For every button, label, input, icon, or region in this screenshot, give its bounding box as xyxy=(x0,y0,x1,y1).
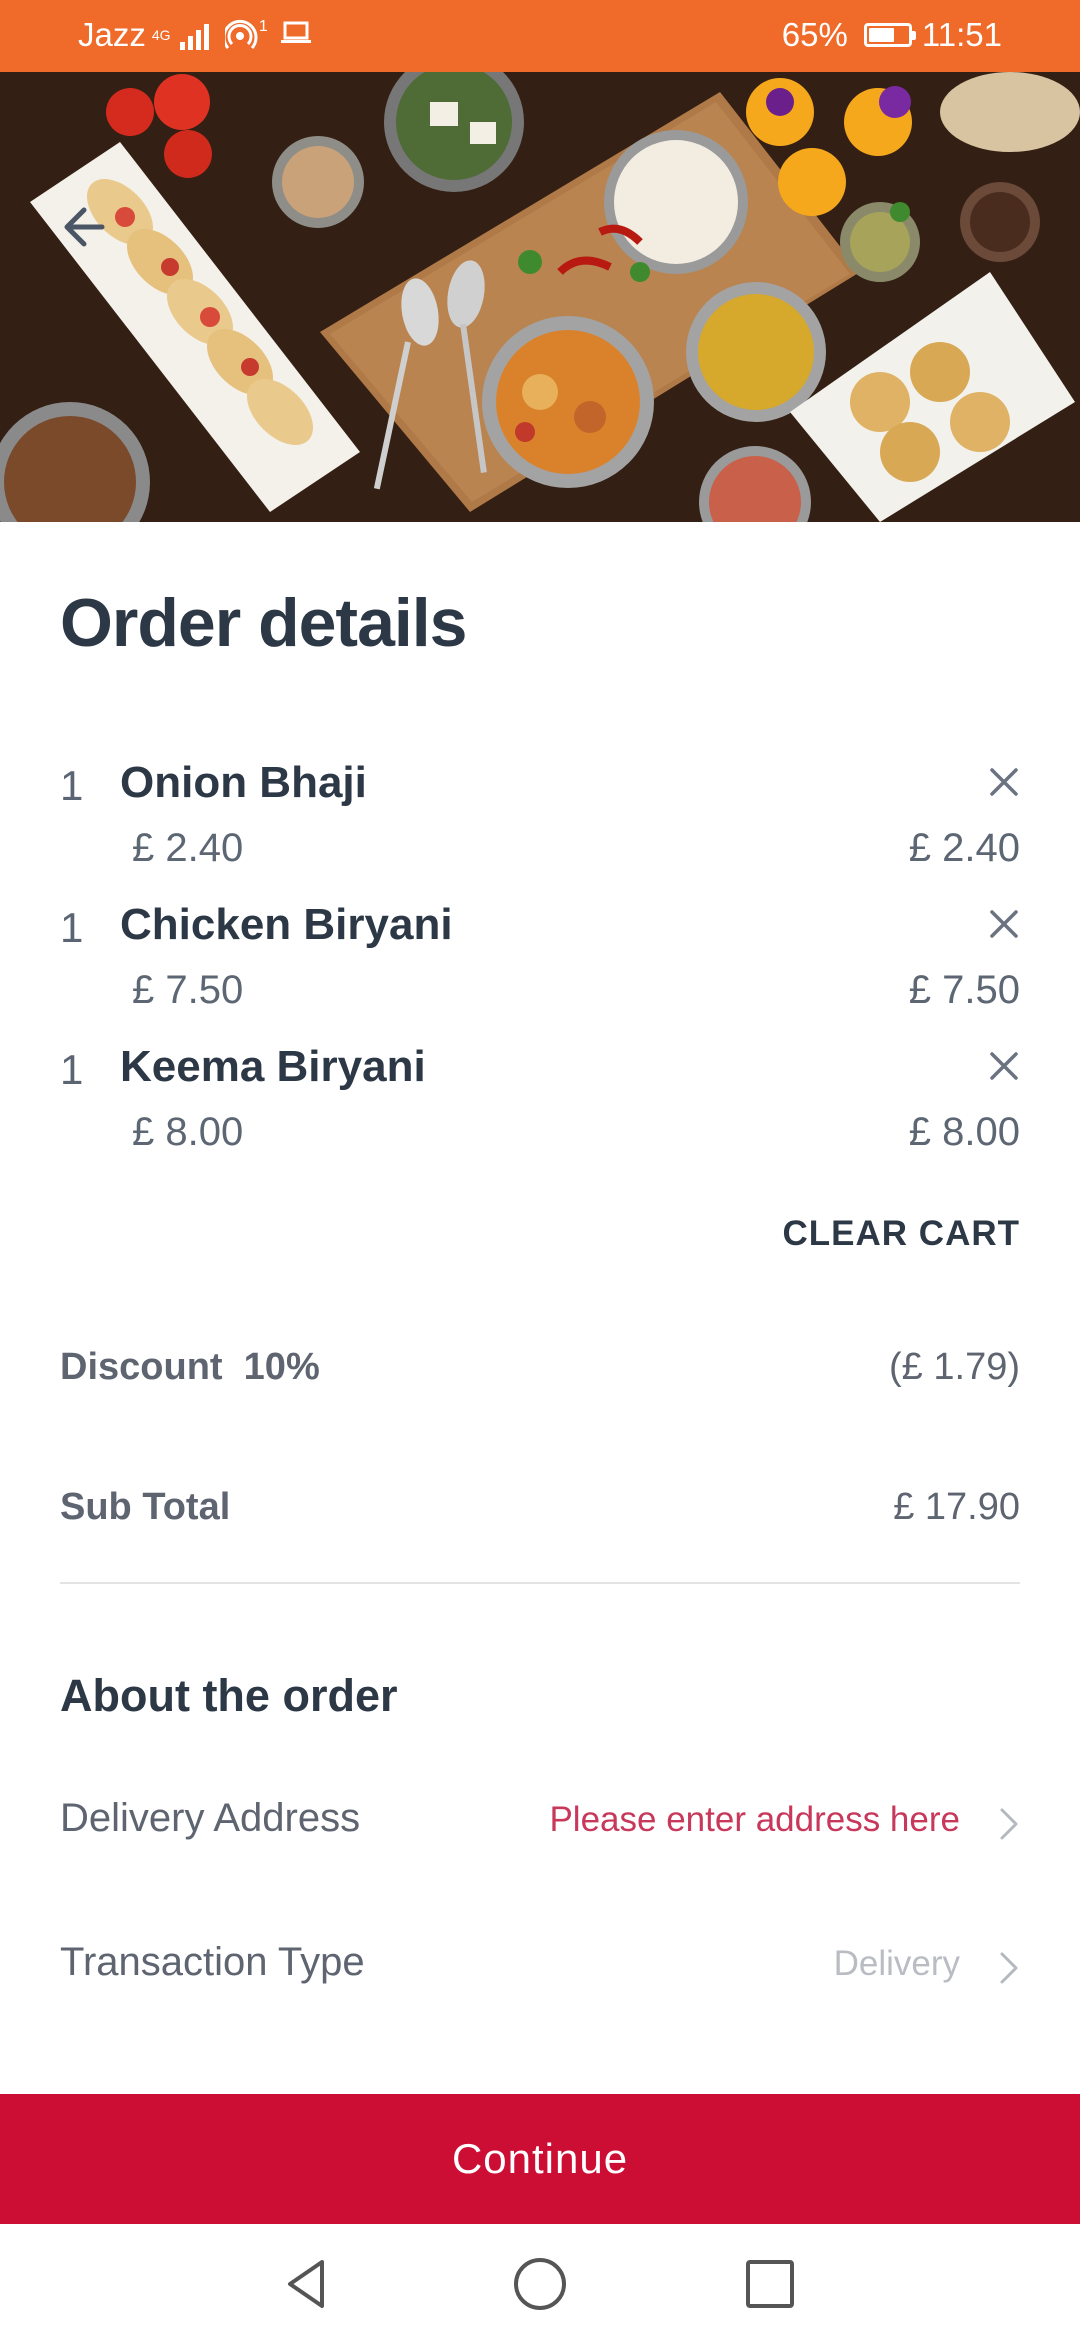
item-quantity: 1 xyxy=(60,762,84,809)
item-name: Keema Biryani xyxy=(120,1042,426,1091)
item-unit-price: £ 2.40 xyxy=(132,826,244,870)
chevron-right-icon xyxy=(988,1946,1028,1990)
hero-illustration xyxy=(0,72,1080,522)
subtotal-value: £ 17.90 xyxy=(893,1486,1020,1528)
status-left: Jazz 4G 1 xyxy=(78,16,312,54)
system-nav-bar xyxy=(0,2224,1080,2340)
close-icon xyxy=(990,1052,1018,1080)
triangle-back-icon xyxy=(288,2260,324,2308)
chevron-right-icon xyxy=(988,1802,1028,1846)
clear-cart-button[interactable]: CLEAR CART xyxy=(783,1214,1020,1254)
laptop-icon xyxy=(280,16,312,54)
battery-percent: 65% xyxy=(781,16,848,53)
order-item: 1 Onion Bhaji £ 2.40 £ 2.40 xyxy=(0,758,1080,902)
nav-back-button[interactable] xyxy=(278,2254,338,2314)
order-item: 1 Keema Biryani £ 8.00 £ 8.00 xyxy=(0,1042,1080,1186)
delivery-address-row[interactable]: Delivery Address Please enter address he… xyxy=(60,1796,1028,1852)
transaction-type-label: Transaction Type xyxy=(60,1940,365,1984)
subtotal-label: Sub Total xyxy=(60,1486,231,1528)
battery-fill xyxy=(868,28,894,42)
hotspot-count: 1 xyxy=(258,18,268,35)
square-recents-icon xyxy=(746,2260,794,2308)
back-button[interactable] xyxy=(52,192,122,262)
food-spread-photo xyxy=(0,72,1080,522)
item-quantity: 1 xyxy=(60,904,84,951)
about-order-heading: About the order xyxy=(60,1670,398,1721)
item-unit-price: £ 7.50 xyxy=(132,968,244,1012)
remove-item-button[interactable] xyxy=(986,1048,1022,1084)
item-name: Onion Bhaji xyxy=(120,758,367,807)
order-item: 1 Chicken Biryani £ 7.50 £ 7.50 xyxy=(0,900,1080,1044)
battery-icon xyxy=(863,23,916,47)
item-quantity: 1 xyxy=(60,1046,84,1093)
subtotal-row: Sub Total £ 17.90 xyxy=(60,1486,1020,1536)
discount-label: Discount 10% xyxy=(60,1346,320,1388)
transaction-type-value: Delivery xyxy=(833,1944,960,1983)
continue-button[interactable]: Continue xyxy=(0,2094,1080,2224)
item-total-price: £ 8.00 xyxy=(908,1110,1020,1154)
network-type: 4G xyxy=(151,27,171,43)
discount-row: Discount 10% (£ 1.79) xyxy=(60,1346,1020,1396)
arrow-left-icon xyxy=(64,207,105,247)
discount-value: (£ 1.79) xyxy=(889,1346,1020,1388)
remove-item-button[interactable] xyxy=(986,906,1022,942)
delivery-address-value: Please enter address here xyxy=(549,1800,960,1839)
item-total-price: £ 2.40 xyxy=(908,826,1020,870)
divider xyxy=(60,1582,1020,1584)
transaction-type-row[interactable]: Transaction Type Delivery xyxy=(60,1940,1028,1996)
item-total-price: £ 7.50 xyxy=(908,968,1020,1012)
item-name: Chicken Biryani xyxy=(120,900,453,949)
status-right: 65% 11:51 xyxy=(782,16,1002,54)
delivery-address-label: Delivery Address xyxy=(60,1796,361,1840)
order-details-screen: Jazz 4G 1 65% 11:51 Order details 1 Onio… xyxy=(0,0,1080,2340)
nav-recents-button[interactable] xyxy=(740,2254,800,2314)
clock: 11:51 xyxy=(921,16,1002,53)
close-icon xyxy=(990,910,1018,938)
carrier-name: Jazz xyxy=(78,16,146,53)
close-icon xyxy=(990,768,1018,796)
status-bar: Jazz 4G 1 65% 11:51 xyxy=(0,0,1080,72)
nav-home-button[interactable] xyxy=(510,2254,570,2314)
remove-item-button[interactable] xyxy=(986,764,1022,800)
signal-icon xyxy=(179,20,209,50)
hotspot-icon: 1 xyxy=(224,18,268,51)
circle-home-icon xyxy=(514,2258,566,2310)
page-title: Order details xyxy=(60,585,467,661)
item-unit-price: £ 8.00 xyxy=(132,1110,244,1154)
